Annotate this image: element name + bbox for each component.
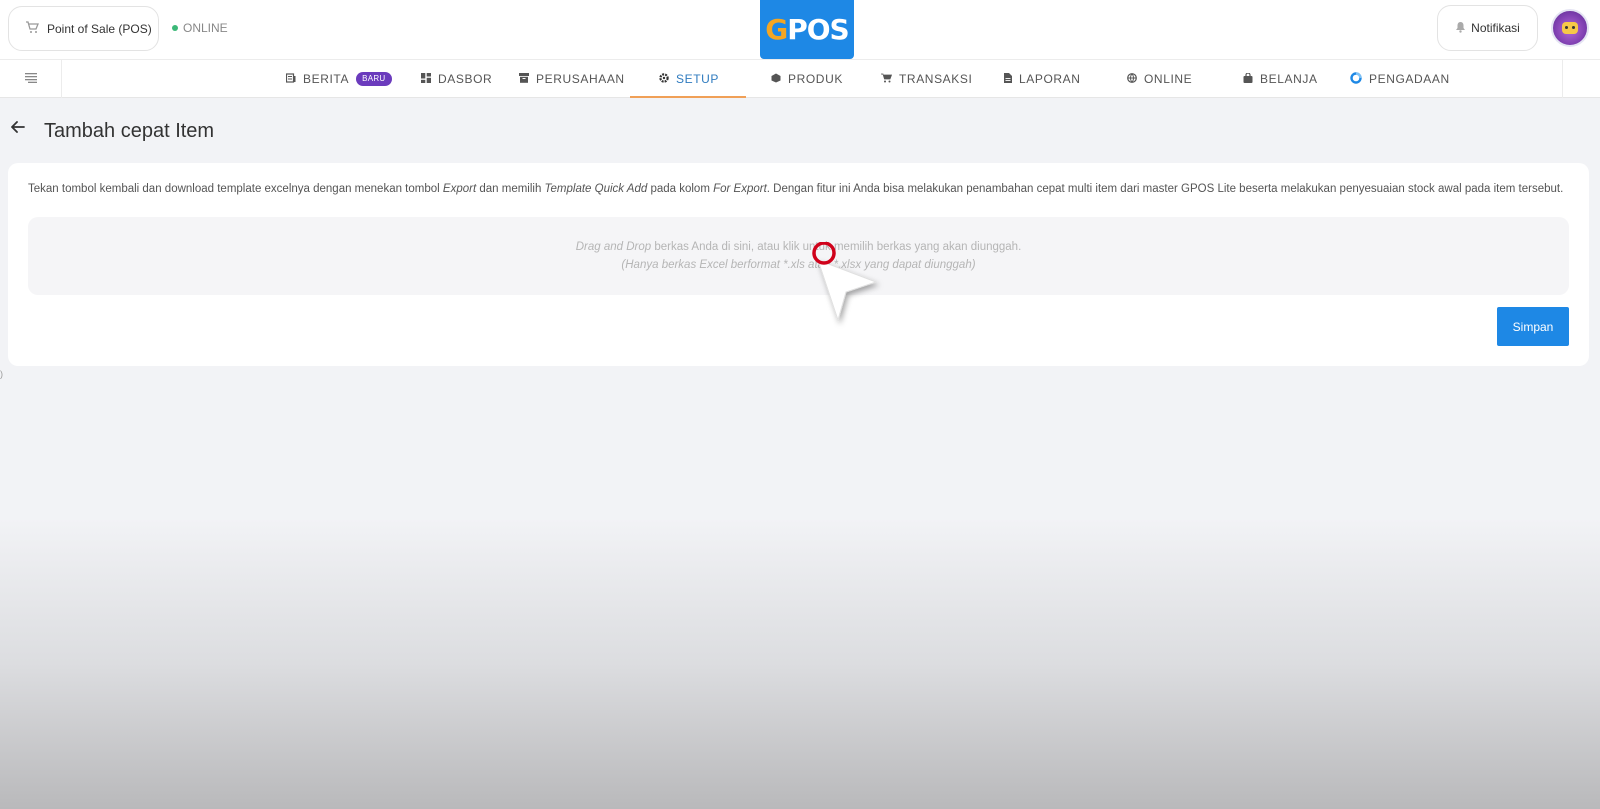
- new-badge: BARU: [356, 72, 392, 86]
- gear-icon: [659, 72, 669, 86]
- nav-item-transaksi[interactable]: TRANSAKSI: [881, 60, 972, 98]
- gpos-logo[interactable]: G POS: [760, 0, 854, 59]
- robot-face-icon: [1562, 22, 1578, 34]
- cart-icon: [25, 20, 39, 37]
- pos-label: Point of Sale (POS): [47, 21, 152, 36]
- menu-toggle-button[interactable]: [0, 60, 62, 98]
- notification-button[interactable]: Notifikasi: [1437, 5, 1538, 51]
- nav-item-laporan[interactable]: LAPORAN: [1004, 60, 1081, 98]
- box-icon: [771, 72, 781, 86]
- top-header: Point of Sale (POS) ONLINE G POS Notifika…: [0, 0, 1600, 59]
- quick-add-card: Tekan tombol kembali dan download templa…: [8, 163, 1589, 366]
- connection-status: ONLINE: [172, 20, 228, 36]
- arrow-left-icon: [11, 121, 25, 133]
- nav-item-belanja[interactable]: BELANJA: [1243, 60, 1318, 98]
- nav-item-setup[interactable]: SETUP: [659, 60, 719, 98]
- active-tab-indicator: [630, 96, 746, 98]
- globe-icon: [1127, 72, 1137, 86]
- back-button[interactable]: [9, 118, 27, 136]
- status-label: ONLINE: [183, 21, 228, 35]
- newspaper-icon: [285, 72, 296, 86]
- procurement-icon: [1350, 71, 1362, 87]
- avatar[interactable]: [1551, 9, 1589, 47]
- instructions-text: Tekan tombol kembali dan download templa…: [28, 183, 1564, 195]
- nav-item-perusahaan[interactable]: PERUSAHAAN: [519, 60, 625, 98]
- stray-mark: ): [0, 369, 3, 379]
- main-nav: BERITA BARU DASBOR PERUSAHAAN SETUP PROD…: [0, 59, 1600, 98]
- document-icon: [1004, 72, 1012, 86]
- shopping-bag-icon: [1243, 72, 1253, 86]
- dashboard-icon: [421, 72, 431, 86]
- nav-item-dasbor[interactable]: DASBOR: [421, 60, 492, 98]
- file-dropzone[interactable]: Drag and Drop berkas Anda di sini, atau …: [28, 217, 1569, 295]
- notification-label: Notifikasi: [1471, 21, 1520, 35]
- bell-icon: [1455, 21, 1466, 36]
- dropzone-line-1: Drag and Drop berkas Anda di sini, atau …: [575, 241, 1022, 253]
- pos-button[interactable]: Point of Sale (POS): [8, 6, 159, 51]
- save-button[interactable]: Simpan: [1497, 307, 1569, 346]
- nav-item-pengadaan[interactable]: PENGADAAN: [1350, 60, 1450, 98]
- cart-icon: [881, 72, 893, 86]
- nav-item-produk[interactable]: PRODUK: [771, 60, 843, 98]
- hamburger-icon: [24, 70, 37, 88]
- building-icon: [519, 72, 529, 86]
- page-title: Tambah cepat Item: [44, 120, 215, 142]
- nav-item-berita[interactable]: BERITA BARU: [285, 60, 392, 98]
- nav-divider: [1562, 60, 1563, 98]
- dropzone-line-2: (Hanya berkas Excel berformat *.xls atau…: [621, 259, 976, 271]
- nav-item-online[interactable]: ONLINE: [1127, 60, 1192, 98]
- online-dot-icon: [172, 25, 178, 31]
